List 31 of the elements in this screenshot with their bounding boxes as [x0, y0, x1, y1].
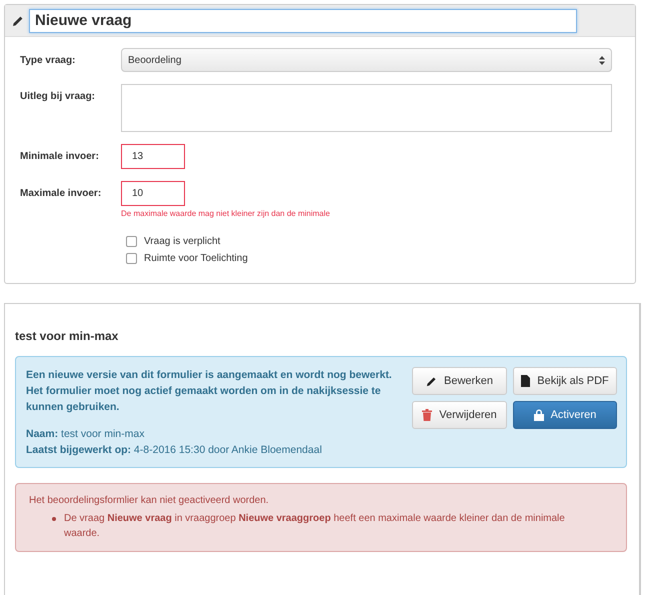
- type-select[interactable]: Beoordeling: [121, 48, 612, 72]
- field-label: Maximale invoer:: [20, 187, 102, 201]
- detail-text: Laatst bijgewerkt op: 4-8-2016 15:30 door Ankie Bloemendaal: [26, 443, 323, 458]
- checkbox-label: Ruimte voor Toelichting: [144, 253, 248, 264]
- validation-error: De maximale waarde mag niet kleiner zijn dan de minimale: [121, 209, 331, 218]
- trash-icon: [422, 409, 432, 421]
- action-button[interactable]: Bewerken: [412, 367, 507, 395]
- detail-text: Naam: test voor min-max: [26, 427, 146, 442]
- dropdown-arrows-icon: [599, 56, 605, 64]
- error-item: De vraag Nieuwe vraag in vraaggroep Nieuwe vraaggroep heeft een maximale waarde kleiner dan de minimale waarde.: [64, 512, 566, 541]
- action-button[interactable]: Activeren: [513, 401, 617, 429]
- document-icon: [521, 375, 530, 387]
- field-label: Uitleg bij vraag:: [20, 90, 96, 104]
- pencil-icon: [12, 14, 24, 26]
- checkbox[interactable]: [126, 236, 137, 247]
- bullet-icon: [52, 517, 56, 521]
- error-message: Het beoordelingsformlier kan niet geactiveerd worden.: [29, 494, 270, 508]
- checkbox-label: Vraag is verplicht: [144, 236, 220, 247]
- lock-icon: [534, 409, 544, 421]
- field-label: Minimale invoer:: [20, 150, 100, 164]
- action-button[interactable]: Verwijderen: [412, 401, 507, 429]
- number-field[interactable]: 13: [121, 144, 185, 169]
- question-title-field[interactable]: Nieuwe vraag: [29, 8, 577, 32]
- field-label: Type vraag:: [20, 54, 76, 68]
- info-message: Een nieuwe versie van dit formulier is aangemaakt en wordt nog bewerkt. Het formulier moet nog actief gemaakt worden om in de nakijksessie te kunnen gebruiken.: [26, 368, 393, 415]
- explanation-field[interactable]: [121, 84, 612, 132]
- action-button[interactable]: Bekijk als PDF: [513, 367, 617, 395]
- form-title: test voor min-max: [15, 329, 120, 343]
- number-field[interactable]: 10: [121, 181, 185, 206]
- pencil-icon: [426, 376, 438, 386]
- checkbox[interactable]: [126, 253, 137, 264]
